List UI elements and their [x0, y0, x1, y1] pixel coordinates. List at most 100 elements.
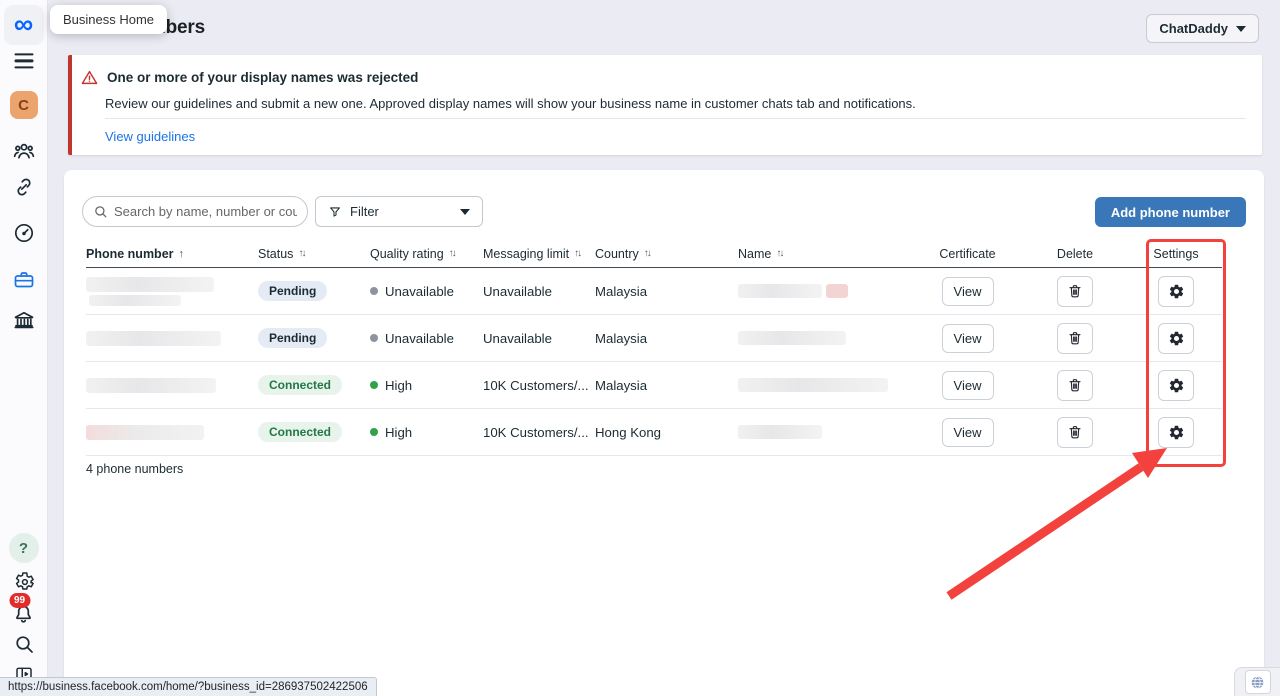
sort-icon: ↑↓: [776, 248, 782, 259]
country-value: Malaysia: [595, 331, 738, 346]
redacted-name: [738, 331, 915, 345]
sort-icon: ↑↓: [574, 248, 580, 259]
bank-icon: [12, 308, 36, 332]
gear-icon: [1168, 424, 1185, 441]
add-phone-number-button[interactable]: Add phone number: [1095, 197, 1246, 227]
account-name: ChatDaddy: [1159, 21, 1228, 36]
view-certificate-button[interactable]: View: [942, 324, 994, 353]
sort-icon: ↑↓: [298, 248, 304, 259]
quality-dot-icon: [370, 334, 378, 342]
delete-button[interactable]: [1057, 276, 1093, 307]
table-header-row: Phone number↑ Status↑↓ Quality rating↑↓ …: [86, 240, 1222, 268]
funnel-icon: [328, 205, 342, 219]
settings-button[interactable]: [1158, 276, 1194, 307]
settings-button[interactable]: [1158, 323, 1194, 354]
delete-button[interactable]: [1057, 417, 1093, 448]
globe-icon: [1249, 674, 1266, 691]
col-messaging-limit[interactable]: Messaging limit↑↓: [483, 247, 595, 261]
settings-button[interactable]: [1158, 417, 1194, 448]
sort-asc-icon: ↑: [179, 248, 185, 260]
corner-panel: [1234, 667, 1280, 696]
sidebar-item-performance[interactable]: [12, 221, 36, 245]
sidebar-item-links[interactable]: [12, 175, 36, 199]
chevron-down-icon: [460, 209, 470, 215]
search-icon: [12, 632, 36, 656]
sidebar-item-notifications[interactable]: 99: [0, 602, 47, 626]
col-name[interactable]: Name↑↓: [738, 247, 915, 261]
menu-hamburger-icon[interactable]: [14, 53, 33, 68]
col-country[interactable]: Country↑↓: [595, 247, 738, 261]
sidebar-item-billing[interactable]: [12, 308, 36, 332]
sidebar-item-business-tools[interactable]: [12, 268, 36, 292]
meta-logo[interactable]: ∞: [4, 5, 44, 45]
quality-value: High: [385, 378, 412, 393]
delete-button[interactable]: [1057, 323, 1093, 354]
sidebar-item-search[interactable]: [12, 632, 36, 656]
banner-title: One or more of your display names was re…: [107, 70, 418, 85]
search-box[interactable]: [82, 196, 308, 227]
filter-dropdown[interactable]: Filter: [315, 196, 483, 227]
settings-button[interactable]: [1158, 370, 1194, 401]
view-certificate-button[interactable]: View: [942, 371, 994, 400]
gear-icon: [12, 570, 36, 594]
quality-value: Unavailable: [385, 331, 454, 346]
country-value: Malaysia: [595, 378, 738, 393]
status-badge: Pending: [258, 328, 327, 348]
quality-value: Unavailable: [385, 284, 454, 299]
phone-numbers-card: Filter Add phone number Phone number↑ St…: [64, 170, 1264, 696]
view-certificate-button[interactable]: View: [942, 418, 994, 447]
quality-dot-icon: [370, 381, 378, 389]
messaging-limit-value: 10K Customers/...: [483, 425, 595, 440]
table-row: Pending Unavailable Unavailable Malaysia…: [86, 268, 1222, 315]
trash-icon: [1067, 283, 1083, 299]
display-name-rejected-banner: One or more of your display names was re…: [68, 55, 1262, 155]
view-certificate-button[interactable]: View: [942, 277, 994, 306]
redacted-name: [738, 378, 915, 392]
gear-icon: [1168, 377, 1185, 394]
messaging-limit-value: Unavailable: [483, 284, 595, 299]
warning-triangle-icon: [80, 68, 99, 87]
notification-badge: 99: [9, 593, 30, 608]
gauge-icon: [12, 221, 36, 245]
briefcase-icon: [12, 268, 36, 292]
col-phone-number[interactable]: Phone number↑: [86, 247, 258, 261]
trash-icon: [1067, 330, 1083, 346]
search-input[interactable]: [114, 204, 297, 219]
quality-dot-icon: [370, 428, 378, 436]
account-switcher[interactable]: ChatDaddy: [1146, 14, 1259, 43]
business-avatar[interactable]: C: [10, 91, 38, 119]
sidebar-item-people[interactable]: [12, 139, 36, 163]
browser-status-bar: https://business.facebook.com/home/?busi…: [0, 677, 377, 696]
sort-icon: ↑↓: [644, 248, 650, 259]
quality-value: High: [385, 425, 412, 440]
col-quality-rating[interactable]: Quality rating↑↓: [370, 247, 483, 261]
chevron-down-icon: [1236, 26, 1246, 32]
sidebar-item-settings[interactable]: [12, 570, 36, 594]
redacted-phone-number: [86, 277, 214, 306]
row-count-label: 4 phone numbers: [86, 462, 183, 476]
redacted-name: [738, 425, 915, 439]
col-settings: Settings: [1130, 247, 1222, 261]
redacted-phone-number: [86, 378, 216, 393]
trash-icon: [1067, 377, 1083, 393]
trash-icon: [1067, 424, 1083, 440]
sidebar-item-help[interactable]: ?: [9, 533, 39, 563]
status-badge: Connected: [258, 375, 342, 395]
search-icon: [93, 204, 108, 219]
view-guidelines-link[interactable]: View guidelines: [105, 129, 195, 144]
link-icon: [12, 175, 36, 199]
quality-dot-icon: [370, 287, 378, 295]
globe-button[interactable]: [1245, 670, 1271, 694]
col-status[interactable]: Status↑↓: [258, 247, 370, 261]
delete-button[interactable]: [1057, 370, 1093, 401]
meta-infinity-icon: ∞: [14, 11, 33, 38]
gear-icon: [1168, 330, 1185, 347]
table-toolbar: Filter Add phone number: [82, 196, 1246, 227]
phone-numbers-table: Phone number↑ Status↑↓ Quality rating↑↓ …: [86, 240, 1222, 456]
col-certificate: Certificate: [915, 247, 1020, 261]
status-badge: Connected: [258, 422, 342, 442]
banner-body: Review our guidelines and submit a new o…: [105, 96, 916, 111]
banner-divider: [105, 118, 1246, 119]
redacted-phone-number: [86, 331, 221, 346]
col-delete: Delete: [1020, 247, 1130, 261]
